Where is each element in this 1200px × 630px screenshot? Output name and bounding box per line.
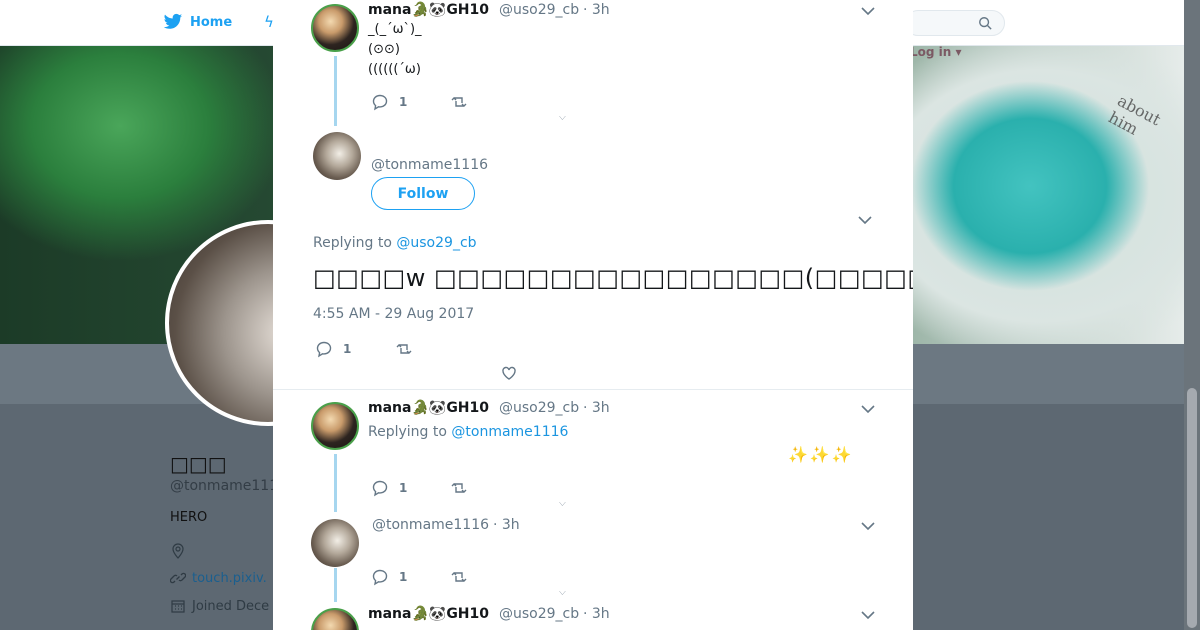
- search-icon: [979, 17, 992, 30]
- replying-to-handle[interactable]: @tonmame1116: [451, 424, 568, 440]
- location-row: [170, 543, 186, 559]
- avatar[interactable]: [311, 519, 359, 567]
- tweet-author-name[interactable]: mana🐊🐼GH10: [368, 2, 489, 18]
- tweet-author-handle[interactable]: @tonmame1116: [372, 517, 489, 533]
- follow-button[interactable]: Follow: [371, 177, 475, 210]
- replying-to-prefix: Replying to: [313, 235, 392, 251]
- location-pin-icon: [172, 543, 184, 559]
- retweet-icon[interactable]: [450, 93, 468, 111]
- tweet-time[interactable]: · 3h: [583, 606, 610, 622]
- main-tweet-handle[interactable]: @tonmame1116: [371, 157, 488, 173]
- home-nav-link[interactable]: Home: [163, 13, 232, 31]
- profile-handle: @tonmame111: [170, 478, 279, 494]
- thread-line: [334, 568, 337, 602]
- replying-to: Replying to @tonmame1116: [368, 424, 568, 440]
- banner-text: about him: [1105, 90, 1165, 139]
- tweet-modal: mana🐊🐼GH10 @uso29_cb · 3h _(_´ω`)_ (⊙⊙) …: [273, 0, 913, 630]
- profile-bio: HERO: [170, 510, 208, 525]
- login-label: Log in: [910, 45, 952, 59]
- tweet-author-name[interactable]: mana🐊🐼GH10: [368, 606, 489, 622]
- reply-icon: [372, 480, 388, 497]
- reply-button[interactable]: 1: [371, 568, 407, 586]
- tweet-text: _(_´ω`)_ (⊙⊙) ((((((´ω): [368, 22, 422, 77]
- main-tweet-timestamp[interactable]: 4:55 AM - 29 Aug 2017: [313, 306, 474, 322]
- profile-link[interactable]: touch.pixiv.: [192, 571, 267, 586]
- retweet-icon[interactable]: [450, 568, 468, 586]
- reply-button[interactable]: 1: [315, 340, 351, 358]
- login-menu[interactable]: Log in ▾: [910, 45, 962, 59]
- main-tweet-text: □□□□w □□□□□□□□□□□□□□□□(□□□□□)□□□□□□□□□□: [313, 264, 913, 292]
- retweet-icon[interactable]: [450, 479, 468, 497]
- retweet-icon[interactable]: [395, 340, 413, 358]
- chevron-down-icon[interactable]: [861, 404, 875, 414]
- link-row: touch.pixiv.: [170, 570, 267, 586]
- replying-to-prefix: Replying to: [368, 424, 447, 440]
- tweet-author-name[interactable]: mana🐊🐼GH10: [368, 400, 489, 416]
- chevron-down-icon[interactable]: [858, 215, 872, 225]
- heart-icon[interactable]: ♡: [557, 591, 569, 597]
- search-input[interactable]: [905, 10, 1005, 36]
- thread-line: [334, 56, 337, 126]
- heart-icon[interactable]: [500, 364, 518, 382]
- avatar[interactable]: [311, 4, 359, 52]
- avatar[interactable]: [311, 608, 359, 630]
- reply-count: 1: [399, 570, 408, 584]
- reply-icon: [372, 569, 388, 586]
- joined-row: Joined Dece: [170, 598, 269, 614]
- tweet-author-handle[interactable]: @uso29_cb: [499, 400, 579, 416]
- reply-icon: [316, 341, 332, 358]
- avatar[interactable]: [313, 132, 361, 180]
- tweet-time[interactable]: · 3h: [583, 2, 610, 18]
- chevron-down-icon[interactable]: [861, 521, 875, 531]
- twitter-bird-icon: [163, 13, 183, 29]
- sparkles-emoji: ✨✨✨: [788, 445, 854, 464]
- reply-icon: [372, 94, 388, 111]
- tweet-time[interactable]: · 3h: [583, 400, 610, 416]
- replying-to: Replying to @uso29_cb: [313, 235, 477, 251]
- avatar[interactable]: [311, 402, 359, 450]
- reply-count: 1: [399, 481, 408, 495]
- heart-icon[interactable]: ♡: [557, 116, 569, 122]
- tweet-author-handle[interactable]: @uso29_cb: [499, 2, 579, 18]
- joined-date: Joined Dece: [192, 598, 270, 614]
- heart-icon[interactable]: ♡: [557, 502, 569, 508]
- reply-count: 1: [399, 95, 408, 109]
- close-icon[interactable]: [1154, 12, 1178, 36]
- tweet-author-handle[interactable]: @uso29_cb: [499, 606, 579, 622]
- scrollbar-thumb[interactable]: [1187, 388, 1197, 628]
- replying-to-handle[interactable]: @uso29_cb: [396, 235, 476, 251]
- home-label: Home: [190, 14, 233, 30]
- profile-name: □□□: [170, 452, 227, 476]
- reply-button[interactable]: 1: [371, 93, 407, 111]
- reply-button[interactable]: 1: [371, 479, 407, 497]
- chevron-down-icon[interactable]: [861, 610, 875, 620]
- calendar-icon: [171, 600, 185, 613]
- reply-count: 1: [343, 342, 352, 356]
- divider: [273, 389, 913, 390]
- chevron-down-icon[interactable]: [861, 6, 875, 16]
- thread-line: [334, 454, 337, 512]
- link-icon: [170, 572, 186, 584]
- tweet-time[interactable]: · 3h: [493, 517, 520, 533]
